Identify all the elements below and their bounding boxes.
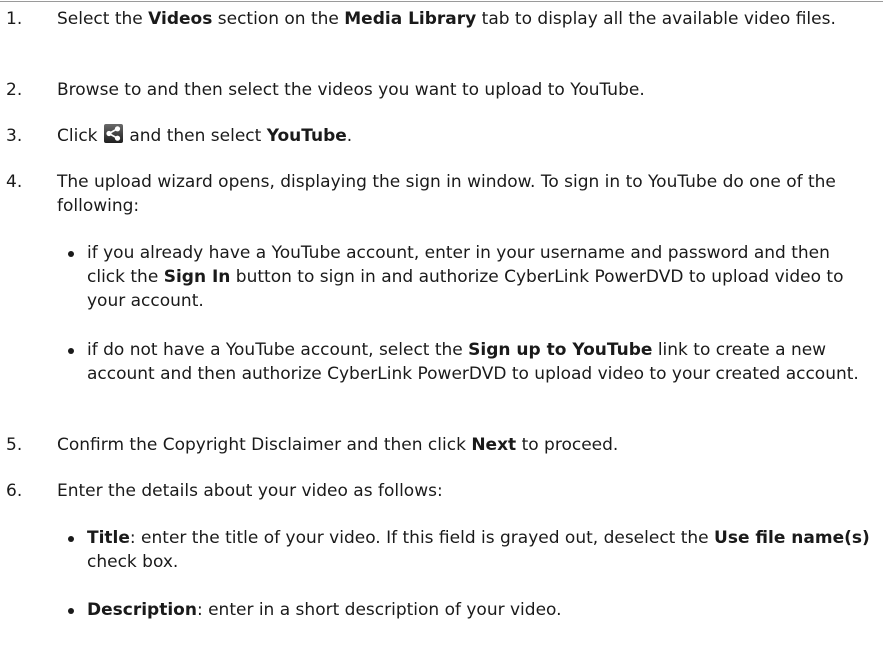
step-text: Select the Videos section on the Media L… [57, 9, 836, 29]
sign-up-term: Sign up to YouTube [468, 340, 653, 360]
bullet-dot [68, 608, 74, 614]
description-term: Description [87, 600, 197, 620]
sign-in-term: Sign In [163, 267, 231, 287]
step-number: 2. [6, 80, 23, 100]
videos-term: Videos [148, 9, 213, 29]
title-term: Title [87, 528, 130, 548]
step-number: 6. [6, 481, 23, 501]
media-library-term: Media Library [344, 9, 477, 29]
use-file-names-term: Use file name(s) [714, 528, 870, 548]
step-text: Enter the details about your video as fo… [57, 481, 443, 501]
step-number: 3. [6, 126, 23, 146]
step-text: Browse to and then select the videos you… [57, 80, 645, 100]
step-number: 4. [6, 172, 23, 192]
bullet-text: Title: enter the title of your video. If… [87, 528, 870, 572]
youtube-term: YouTube [266, 126, 347, 146]
step-number: 1. [6, 9, 23, 29]
bullet-text: if do not have a YouTube account, select… [87, 340, 859, 384]
bullet-dot [68, 536, 74, 542]
bullet-text: if you already have a YouTube account, e… [87, 243, 844, 311]
bullet-dot [68, 348, 74, 354]
step-number: 5. [6, 435, 23, 455]
step-text: Confirm the Copyright Disclaimer and the… [57, 435, 619, 455]
bullet-dot [68, 251, 74, 257]
top-divider [0, 1, 883, 2]
step-text: Click and then select YouTube. [57, 124, 353, 146]
share-icon [103, 124, 123, 143]
step-text: The upload wizard opens, displaying the … [57, 172, 836, 216]
next-term: Next [471, 435, 517, 455]
bullet-text: Description: enter in a short descriptio… [87, 600, 562, 620]
